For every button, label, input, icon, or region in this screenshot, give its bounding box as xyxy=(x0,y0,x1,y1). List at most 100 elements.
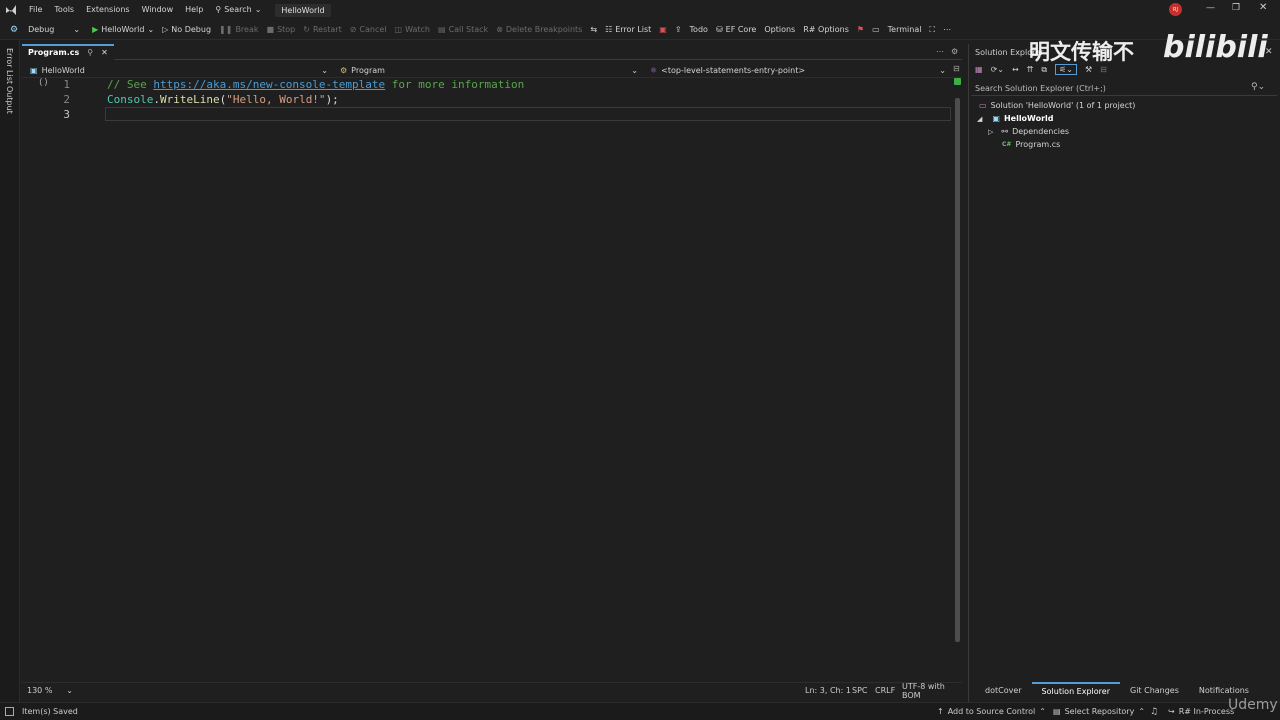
close-icon[interactable]: ✕ xyxy=(101,48,108,57)
tree-dependencies[interactable]: ▷ ⚯ Dependencies xyxy=(988,127,1069,136)
chevron-down-icon: ⌄ xyxy=(147,24,155,34)
panel-tab-solution-explorer[interactable]: Solution Explorer xyxy=(1031,682,1120,700)
break-button[interactable]: ❚❚ Break xyxy=(215,20,262,40)
select-repository-button[interactable]: ▤ Select Repository ⌃ xyxy=(1053,707,1145,716)
code-editor[interactable]: () 1 2 3 // See https://aka.ms/new-conso… xyxy=(22,78,954,682)
error-badge-icon[interactable]: ▣ xyxy=(655,20,671,40)
solution-explorer-panel: Solution Explorer 明文传输不 bilibili ✕ ▦ ⟳⌄ … xyxy=(968,30,1280,702)
delete-breakpoints-button[interactable]: ⊗ Delete Breakpoints xyxy=(492,20,586,40)
solution-icon: ▭ xyxy=(979,101,987,110)
visual-studio-logo-icon[interactable] xyxy=(5,4,17,16)
cancel-icon: ⊘ xyxy=(349,24,357,34)
minimize-icon[interactable]: — xyxy=(1206,3,1215,13)
chevron-down-icon: ⌄ xyxy=(631,65,638,75)
settings-icon[interactable]: ⚙ xyxy=(10,25,18,35)
tree-solution[interactable]: ▭ Solution 'HelloWorld' (1 of 1 project) xyxy=(979,101,1135,110)
stop-label: Stop xyxy=(277,24,296,34)
switch-views-icon[interactable]: ↔ xyxy=(1012,65,1019,74)
whitespace-mode[interactable]: SPC xyxy=(852,686,868,695)
home-icon[interactable]: ▦ xyxy=(975,65,983,74)
menu-window[interactable]: Window xyxy=(136,0,180,20)
scrollbar-thumb[interactable] xyxy=(955,98,960,642)
csharp-project-icon: ▣ xyxy=(992,114,1000,123)
solution-label: Solution 'HelloWorld' (1 of 1 project) xyxy=(990,101,1136,110)
solution-title: HelloWorld xyxy=(275,3,331,17)
panel-tab-git-changes[interactable]: Git Changes xyxy=(1120,683,1189,699)
bug-icon[interactable]: ⚑ xyxy=(853,20,868,40)
bell-icon[interactable]: ♫ xyxy=(1150,707,1158,717)
avatar[interactable]: RJ xyxy=(1169,3,1182,16)
config-select[interactable]: Debug ⌄ xyxy=(24,20,84,40)
collapse-all-icon[interactable]: ⇈ xyxy=(1027,65,1034,74)
diagram-icon[interactable]: ⇆ xyxy=(586,20,601,40)
break-label: Break xyxy=(235,24,259,34)
output-icon[interactable] xyxy=(5,707,14,716)
resharper-options-label: R# Options xyxy=(803,24,849,34)
properties-icon[interactable]: ⚒ xyxy=(1085,65,1092,74)
menu-file[interactable]: File xyxy=(23,0,48,20)
line-endings[interactable]: CRLF xyxy=(875,686,895,695)
file-encoding[interactable]: UTF-8 with BOM xyxy=(902,682,962,700)
preview-icon[interactable]: ⊟ xyxy=(1100,65,1107,74)
filter-icon[interactable]: ⚟⌄ xyxy=(1055,64,1077,75)
gear-icon[interactable]: ⚙ xyxy=(951,47,958,56)
resharper-options-button[interactable]: R# Options xyxy=(799,20,853,40)
layout-icon[interactable]: ▭ xyxy=(868,20,884,40)
panel-tab-dotcover[interactable]: dotCover xyxy=(975,683,1032,699)
sync-icon[interactable]: ⟳⌄ xyxy=(991,65,1004,74)
watch-button[interactable]: ◫ Watch xyxy=(391,20,434,40)
todo-label: Todo xyxy=(689,24,708,34)
search-label: Search xyxy=(224,5,252,14)
method-icon: ⚛ xyxy=(650,65,658,75)
menu-tools[interactable]: Tools xyxy=(48,0,80,20)
show-all-files-icon[interactable]: ⧉ xyxy=(1041,65,1047,75)
member-dropdown[interactable]: ⚛ <top-level-statements-entry-point> ⌄ xyxy=(650,62,946,78)
ef-core-button[interactable]: ⛁ EF Core xyxy=(712,20,760,40)
class-token: Console xyxy=(107,93,154,106)
zoom-select[interactable]: 130 % ⌄ xyxy=(27,686,73,695)
no-issues-icon[interactable] xyxy=(954,78,961,85)
type-dropdown[interactable]: ⚙ Program ⌄ xyxy=(340,62,638,78)
comment-token: // See xyxy=(107,78,154,91)
close-window-icon[interactable]: ✕ xyxy=(1259,2,1267,13)
file-label: Program.cs xyxy=(1015,140,1061,149)
expanded-icon: ◢ xyxy=(977,114,983,123)
run-button[interactable]: ▶ HelloWorld ⌄ xyxy=(88,20,158,40)
terminal-button[interactable]: Terminal xyxy=(884,20,926,40)
project-dropdown[interactable]: ▣ HelloWorld ⌄ xyxy=(30,62,328,78)
split-icon[interactable]: ⊟ xyxy=(953,64,960,73)
no-debug-button[interactable]: ▷ No Debug xyxy=(158,20,215,40)
fullscreen-icon[interactable]: ⛶ xyxy=(925,20,939,40)
code-line-1[interactable]: // See https://aka.ms/new-console-templa… xyxy=(107,78,524,91)
caret-position[interactable]: Ln: 3, Ch: 1 xyxy=(805,686,851,695)
tree-project[interactable]: ◢ ▣ HelloWorld xyxy=(977,114,1054,123)
restore-icon[interactable]: ❐ xyxy=(1232,3,1240,13)
code-line-2[interactable]: Console.WriteLine("Hello, World!"); xyxy=(107,93,339,106)
chevron-down-icon: ⌄ xyxy=(321,65,328,75)
solution-search-box[interactable]: Search Solution Explorer (Ctrl+;) ⚲⌄ xyxy=(971,82,1277,96)
call-stack-button[interactable]: ▤ Call Stack xyxy=(434,20,492,40)
options-button[interactable]: Options xyxy=(760,20,799,40)
pin-icon[interactable]: ⚲ xyxy=(87,48,93,57)
cancel-button[interactable]: ⊘ Cancel xyxy=(346,20,391,40)
tab-overflow-icon[interactable]: ⋯ xyxy=(936,47,944,56)
menu-extensions[interactable]: Extensions xyxy=(80,0,135,20)
search-button[interactable]: ⚲ Search ⌄ xyxy=(209,0,267,20)
restart-button[interactable]: ↻ Restart xyxy=(299,20,345,40)
tab-program-cs[interactable]: Program.cs ⚲ ✕ xyxy=(22,43,114,60)
more-icon[interactable]: ⋯ xyxy=(939,20,955,40)
add-to-source-control-button[interactable]: ↑ Add to Source Control ⌃ xyxy=(937,707,1046,716)
close-icon[interactable]: ✕ xyxy=(1265,47,1273,57)
side-tab-output[interactable]: Output xyxy=(5,82,14,118)
tree-file-program[interactable]: C# Program.cs xyxy=(1002,140,1060,149)
resharper-label: R# In-Process xyxy=(1178,707,1235,716)
menu-help[interactable]: Help xyxy=(179,0,209,20)
share-icon[interactable]: ⇪ xyxy=(671,20,686,40)
stop-button[interactable]: ■ Stop xyxy=(263,20,300,40)
stop-icon: ■ xyxy=(266,24,275,34)
todo-button[interactable]: Todo xyxy=(686,20,712,40)
resharper-status[interactable]: ↪ R# In-Process xyxy=(1168,707,1234,716)
no-debug-label: No Debug xyxy=(171,24,212,34)
error-list-button[interactable]: ☷ Error List xyxy=(601,20,655,40)
comment-link[interactable]: https://aka.ms/new-console-template xyxy=(153,78,385,91)
